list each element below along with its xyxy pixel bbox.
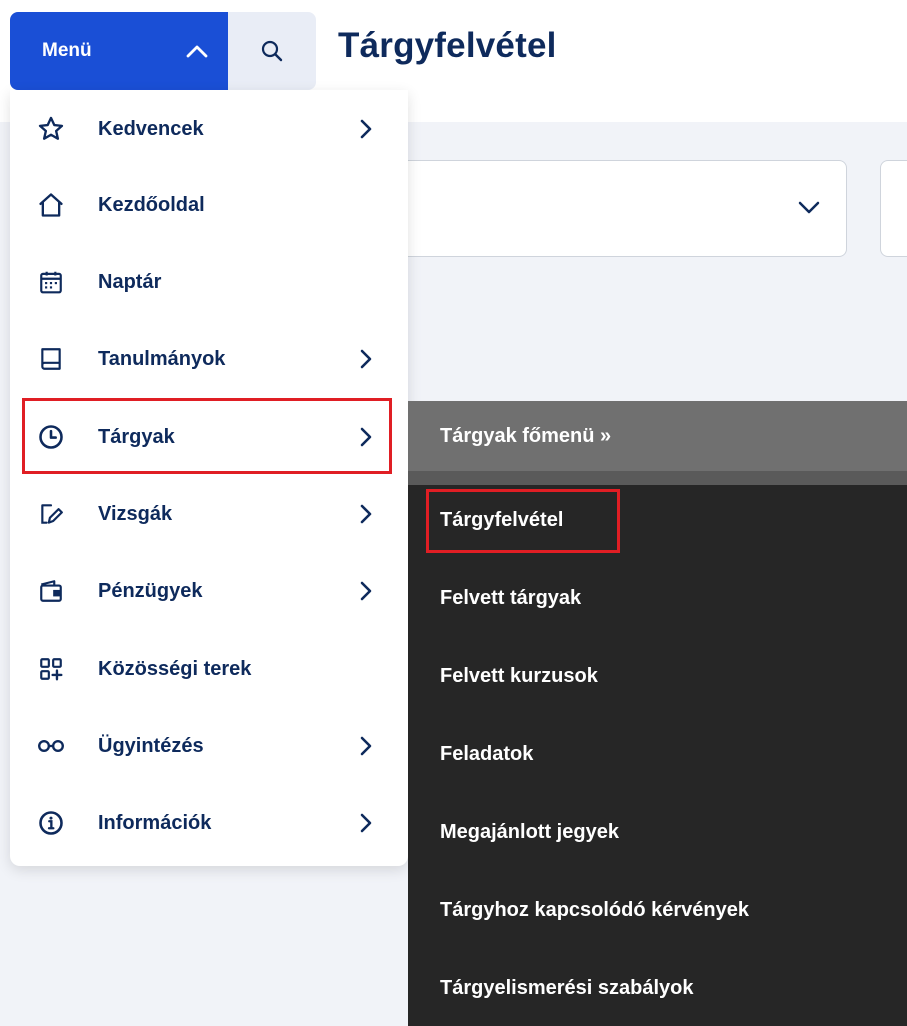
menu-item-label: Vizsgák [98, 502, 173, 525]
chevron-right-icon [356, 579, 376, 603]
menu-item-kedvencek[interactable]: Kedvencek [10, 92, 408, 166]
submenu-item-targyhoz-kapcsolodo-kervenyek[interactable]: Tárgyhoz kapcsolódó kérvények [440, 899, 749, 922]
menu-item-kezdooldal[interactable]: Kezdőoldal [10, 168, 408, 242]
book-icon [36, 344, 66, 374]
menu-item-label: Közösségi terek [98, 657, 252, 680]
search-button[interactable] [228, 12, 316, 90]
chevron-right-icon [356, 347, 376, 371]
submenu-header-link[interactable]: Tárgyak főmenü » [408, 401, 907, 471]
submenu-item-felvett-kurzusok[interactable]: Felvett kurzusok [440, 665, 598, 688]
search-icon [260, 39, 284, 63]
submenu-divider [408, 471, 907, 485]
submenu-item-feladatok[interactable]: Feladatok [440, 743, 533, 766]
menu-button-label: Menü [42, 40, 92, 61]
chevron-right-icon [356, 117, 376, 141]
menu-item-label: Kezdőoldal [98, 193, 205, 216]
wallet-icon [36, 576, 66, 606]
calendar-icon [36, 267, 66, 297]
submenu-item-felvett-targyak[interactable]: Felvett tárgyak [440, 587, 581, 610]
chevron-down-icon [798, 201, 820, 215]
grid-plus-icon [36, 654, 66, 684]
glasses-icon [36, 731, 66, 761]
menu-item-kozossegi-terek[interactable]: Közösségi terek [10, 632, 408, 706]
menu-item-label: Tanulmányok [98, 347, 226, 370]
menu-item-tanulmanyok[interactable]: Tanulmányok [10, 322, 408, 396]
menu-item-penzugyek[interactable]: Pénzügyek [10, 554, 408, 628]
star-icon [36, 114, 66, 144]
menu-item-label: Naptár [98, 270, 162, 293]
menu-item-ugyintezes[interactable]: Ügyintézés [10, 709, 408, 783]
home-icon [36, 190, 66, 220]
page-title: Tárgyfelvétel [338, 26, 557, 65]
submenu-header-label: Tárgyak főmenü » [440, 424, 612, 447]
info-icon [36, 808, 66, 838]
submenu-item-targyelismeresi-szabalyok[interactable]: Tárgyelismerési szabályok [440, 977, 693, 1000]
chevron-up-icon [186, 44, 208, 58]
secondary-select[interactable] [880, 160, 907, 257]
chevron-right-icon [356, 811, 376, 835]
menu-item-label: Pénzügyek [98, 579, 203, 602]
menu-item-label: Kedvencek [98, 117, 204, 140]
submenu-item-megajanlott-jegyek[interactable]: Megajánlott jegyek [440, 821, 619, 844]
chevron-right-icon [356, 502, 376, 526]
highlight-targyak [22, 398, 392, 474]
targyak-submenu: Tárgyak főmenü » Tárgyfelvétel Felvett t… [408, 401, 907, 1026]
menu-item-vizsgak[interactable]: Vizsgák [10, 477, 408, 551]
pen-icon [36, 499, 66, 529]
menu-item-label: Információk [98, 811, 212, 834]
highlight-targyfelvetel [426, 489, 620, 553]
menu-toggle-button[interactable]: Menü [10, 12, 228, 90]
chevron-right-icon [356, 734, 376, 758]
menu-item-label: Ügyintézés [98, 734, 204, 757]
menu-item-informaciok[interactable]: Információk [10, 786, 408, 860]
main-menu-panel: Kedvencek Kezdőoldal Naptár Tanulmányok … [10, 90, 408, 866]
menu-item-naptar[interactable]: Naptár [10, 245, 408, 319]
